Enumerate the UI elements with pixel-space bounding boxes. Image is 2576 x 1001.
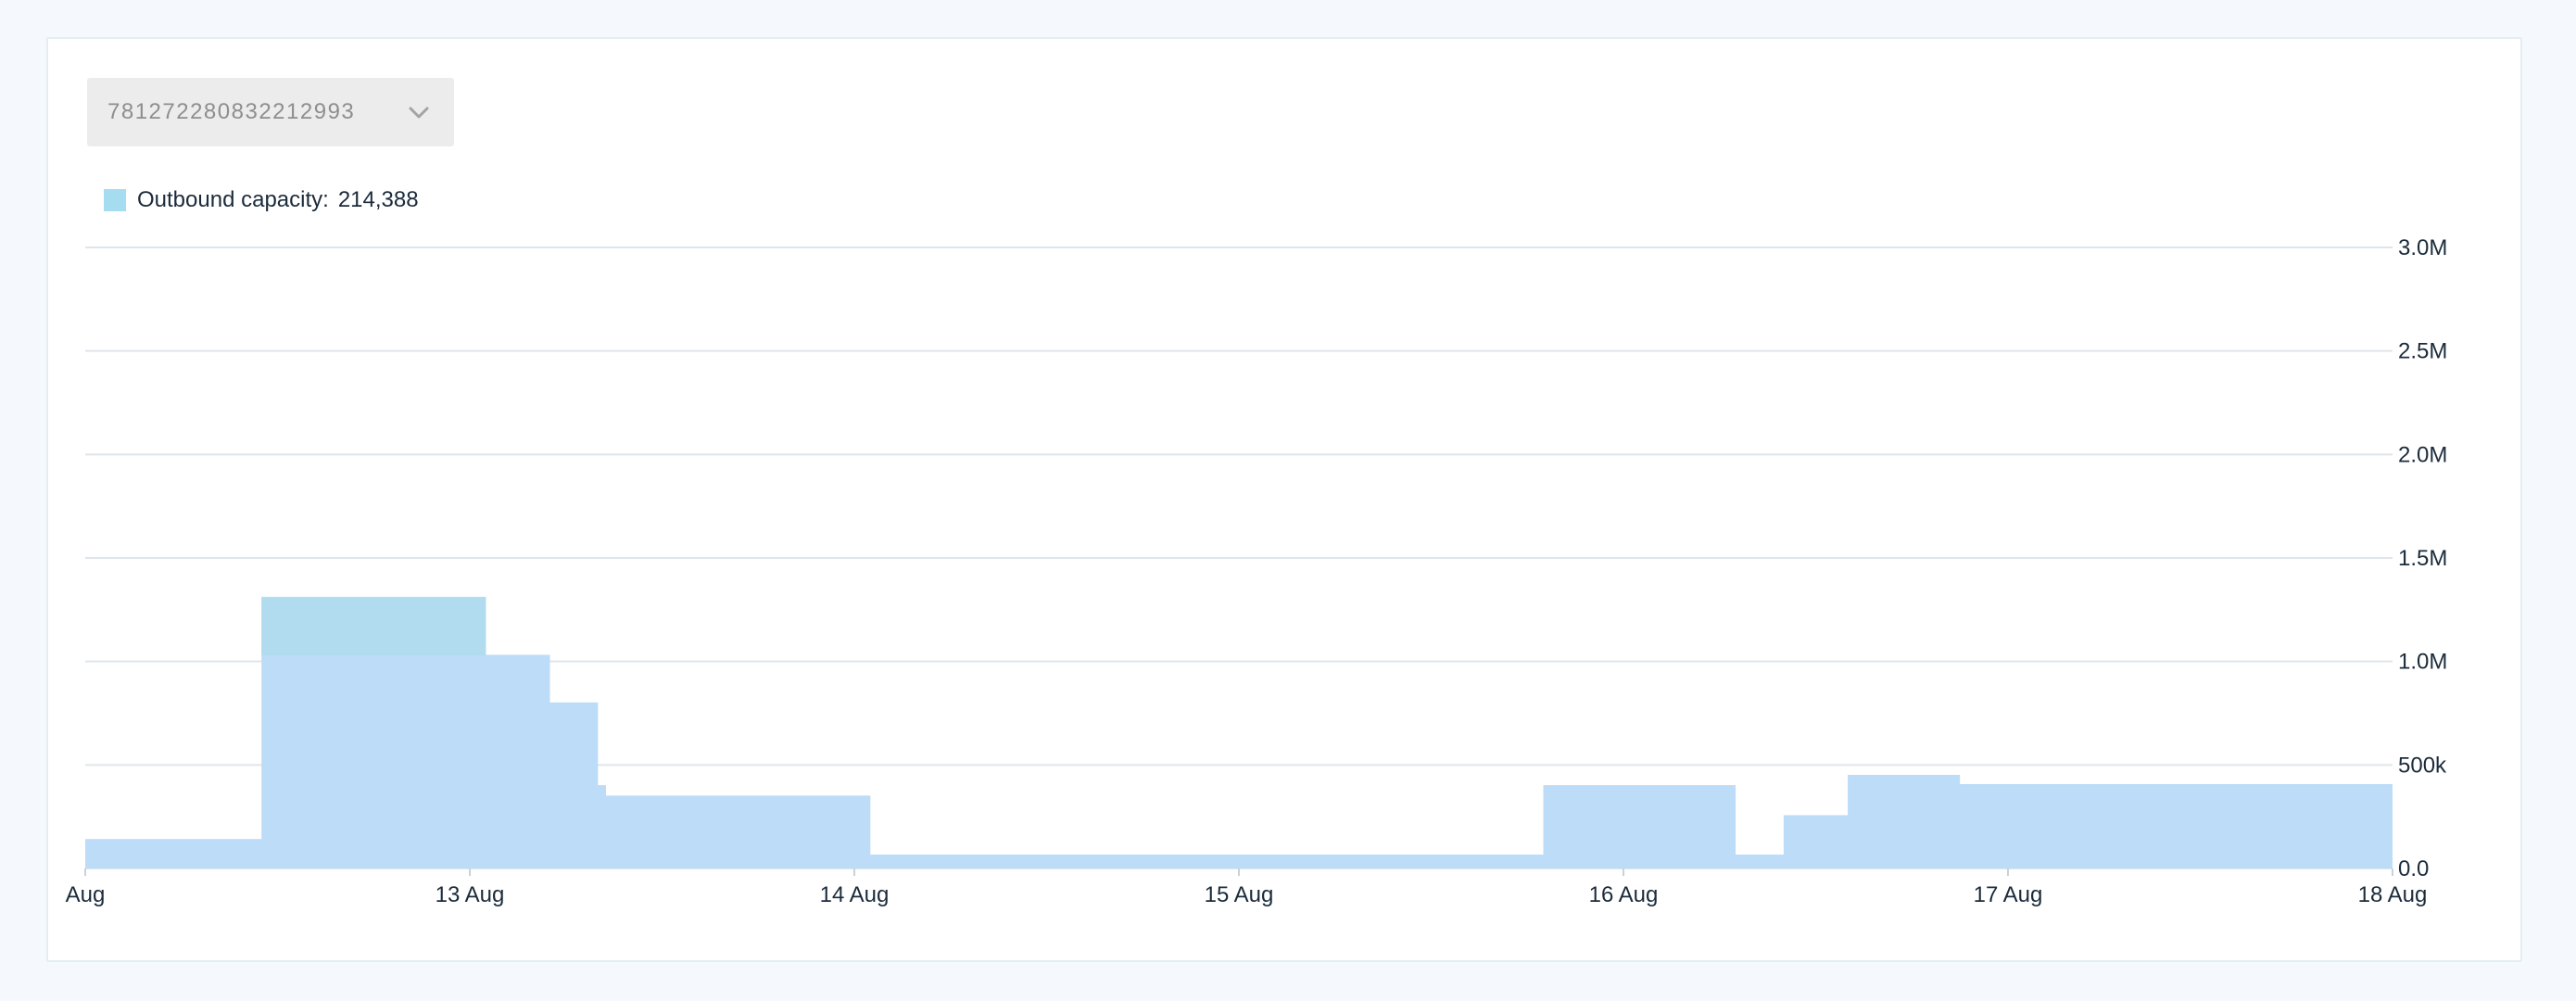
x-tick-label: 15 Aug — [1205, 882, 1274, 907]
y-tick-label: 2.5M — [2398, 339, 2447, 364]
x-tick-label: 16 Aug — [1589, 882, 1659, 907]
y-tick-label: 2.0M — [2398, 442, 2447, 467]
x-tick-label: 13 Aug — [436, 882, 505, 907]
x-tick-label: 14 Aug — [820, 882, 890, 907]
x-tick-label: 17 Aug — [1974, 882, 2043, 907]
y-tick-label: 1.5M — [2398, 546, 2447, 571]
data-area — [85, 596, 2393, 868]
y-tick-label: 500k — [2398, 753, 2447, 778]
y-tick-label: 3.0M — [2398, 235, 2447, 260]
x-tick-label: Aug — [66, 882, 106, 907]
x-axis-ticks: Aug 13 Aug 14 Aug 15 Aug 16 Aug 17 Aug 18 Aug — [66, 868, 2428, 907]
y-tick-label: 0.0 — [2398, 856, 2429, 881]
x-tick-label: 18 Aug — [2358, 882, 2428, 907]
y-axis-ticks: 0.0 500k 1.0M 1.5M 2.0M 2.5M 3.0M — [2398, 235, 2447, 881]
capacity-peak-segment — [261, 597, 486, 655]
capacity-chart: 0.0 500k 1.0M 1.5M 2.0M 2.5M 3.0M Aug 13 Aug 14 … — [66, 235, 2448, 907]
y-tick-label: 1.0M — [2398, 650, 2447, 675]
